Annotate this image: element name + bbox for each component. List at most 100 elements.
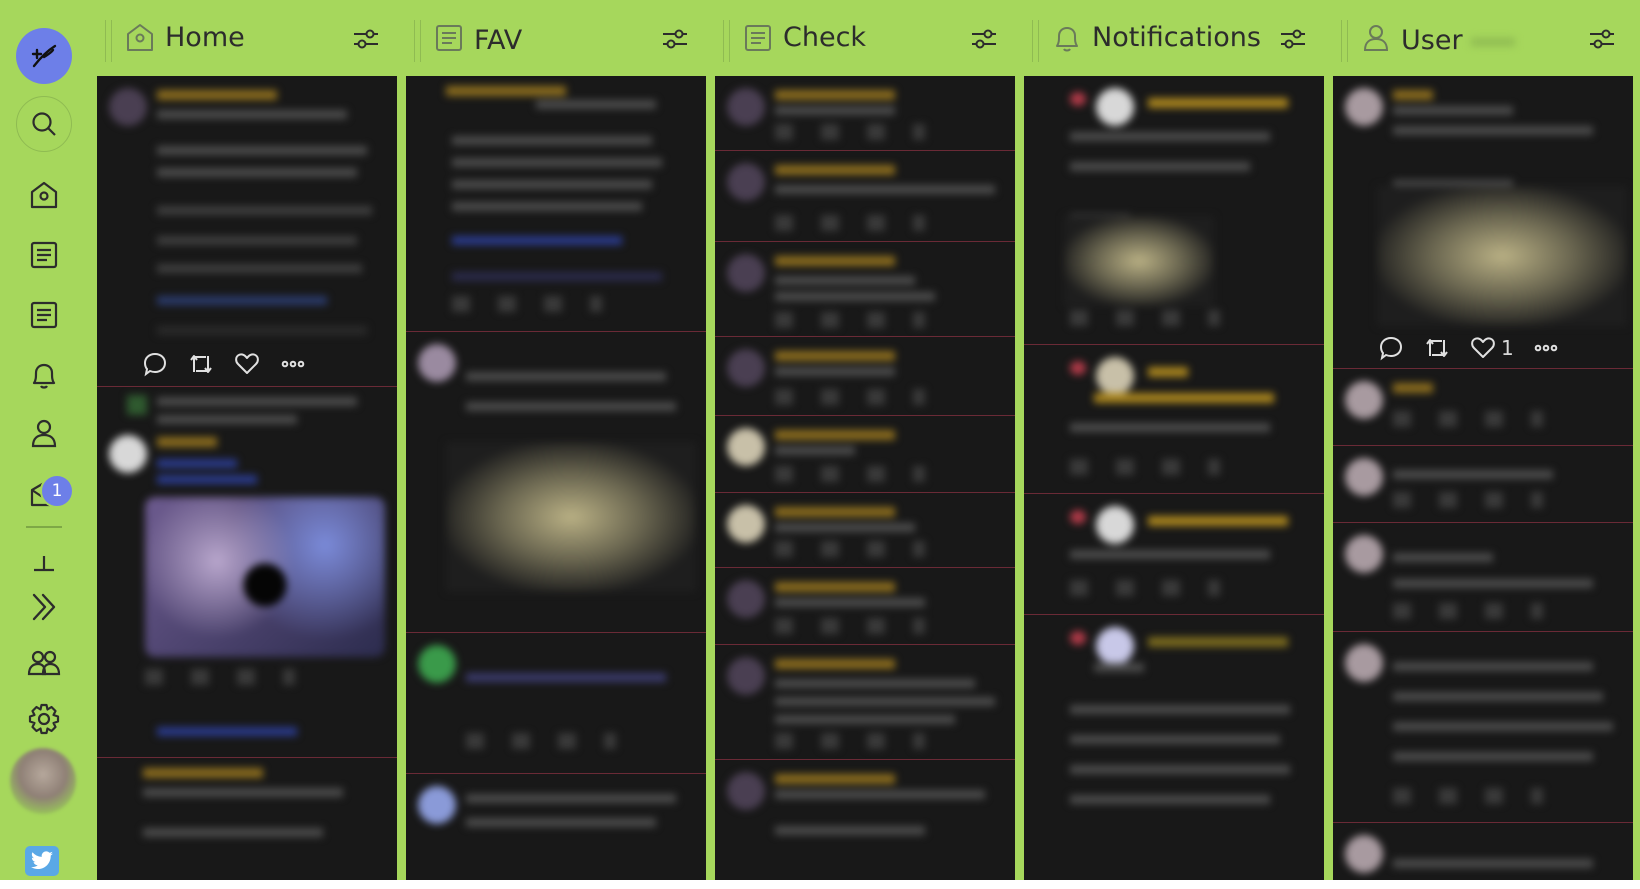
- timeline-post[interactable]: [715, 645, 1015, 760]
- column-timeline[interactable]: [406, 76, 706, 880]
- retweet-icon: [1426, 339, 1448, 357]
- compose-button[interactable]: [16, 28, 72, 84]
- timeline-post[interactable]: [406, 633, 706, 774]
- notification-item[interactable]: [1024, 615, 1324, 880]
- reply-icon: [1379, 336, 1403, 361]
- timeline-post[interactable]: [406, 332, 706, 633]
- drag-handle[interactable]: [414, 20, 421, 62]
- user-icon: [1363, 25, 1389, 51]
- like-button[interactable]: [233, 350, 261, 378]
- notification-item[interactable]: [1024, 494, 1324, 615]
- timeline-post[interactable]: [715, 76, 1015, 151]
- notification-badge: 1: [40, 474, 74, 508]
- more-button[interactable]: [279, 350, 307, 378]
- timeline-post[interactable]: [1333, 369, 1633, 446]
- users-icon: [27, 650, 61, 676]
- drag-handle[interactable]: [1341, 20, 1348, 62]
- column-notifications: Notifications: [1024, 0, 1324, 880]
- reply-button[interactable]: [1377, 334, 1405, 362]
- reply-button[interactable]: [141, 350, 169, 378]
- column-timeline[interactable]: [715, 76, 1015, 880]
- timeline-post[interactable]: [715, 493, 1015, 568]
- retweet-icon: [190, 355, 212, 373]
- rail-pin-button[interactable]: [14, 538, 74, 588]
- pin-icon: [34, 556, 54, 572]
- sliders-icon[interactable]: [660, 24, 690, 54]
- column-check: Check: [715, 0, 1015, 880]
- column-timeline[interactable]: [1024, 76, 1324, 880]
- timeline-post[interactable]: [1333, 523, 1633, 632]
- list-icon: [30, 241, 58, 269]
- rail-list-button-1[interactable]: [14, 230, 74, 280]
- sliders-icon[interactable]: [351, 24, 381, 54]
- rail-accounts-button[interactable]: [14, 638, 74, 688]
- left-rail: 1: [0, 0, 88, 880]
- user-icon: [31, 419, 57, 448]
- rail-user-button[interactable]: [14, 408, 74, 458]
- rail-list-button-2[interactable]: [14, 290, 74, 340]
- timeline-post[interactable]: [406, 76, 706, 332]
- like-button[interactable]: [1469, 334, 1497, 362]
- double-chevron-right-icon: [32, 593, 56, 621]
- home-icon: [127, 24, 153, 51]
- timeline-post[interactable]: [97, 76, 397, 387]
- drag-handle[interactable]: [1032, 20, 1039, 62]
- sliders-icon[interactable]: [1587, 24, 1617, 54]
- account-avatar[interactable]: [10, 748, 76, 814]
- list-icon: [436, 25, 462, 51]
- feather-icon: [31, 44, 57, 68]
- timeline-post[interactable]: [406, 774, 706, 880]
- column-timeline[interactable]: [97, 76, 397, 880]
- column-user: User 1: [1333, 0, 1633, 880]
- sliders-icon[interactable]: [1278, 24, 1308, 54]
- timeline-post[interactable]: [1333, 823, 1633, 880]
- timeline-post[interactable]: [715, 416, 1015, 493]
- column-title: FAV: [474, 25, 523, 56]
- column-title: Home: [165, 22, 245, 53]
- timeline-post[interactable]: 1: [1333, 76, 1633, 369]
- timeline-post[interactable]: [97, 387, 397, 758]
- timeline-post[interactable]: [715, 568, 1015, 645]
- rail-notifications-button[interactable]: [14, 350, 74, 400]
- search-button[interactable]: [16, 96, 72, 152]
- twitter-bird-icon: [25, 846, 59, 876]
- sliders-icon[interactable]: [969, 24, 999, 54]
- notification-item[interactable]: [1024, 76, 1324, 345]
- drag-handle[interactable]: [723, 20, 730, 62]
- more-button[interactable]: [1532, 334, 1560, 362]
- rail-expand-button[interactable]: [14, 582, 74, 632]
- retweet-button[interactable]: [187, 350, 215, 378]
- column-header: User: [1333, 0, 1633, 76]
- column-header: FAV: [406, 0, 706, 76]
- more-dots-icon: [281, 360, 305, 368]
- more-dots-icon: [1534, 344, 1558, 352]
- column-title: Check: [783, 22, 867, 53]
- column-header: Check: [715, 0, 1015, 76]
- app-window: 1 Home FAV Check Notifications User 1: [0, 0, 1640, 880]
- timeline-post[interactable]: [1333, 632, 1633, 823]
- column-title: Notifications: [1092, 22, 1261, 53]
- timeline-post[interactable]: [97, 758, 397, 880]
- column-fav: FAV: [406, 0, 706, 880]
- column-header: Home: [97, 0, 397, 76]
- timeline-post[interactable]: [715, 337, 1015, 416]
- drag-handle[interactable]: [105, 20, 112, 62]
- gear-icon: [28, 703, 60, 735]
- timeline-post[interactable]: [715, 242, 1015, 337]
- timeline-post[interactable]: [1333, 446, 1633, 523]
- retweet-button[interactable]: [1423, 334, 1451, 362]
- timeline-post[interactable]: [715, 151, 1015, 242]
- column-timeline[interactable]: 1: [1333, 76, 1633, 880]
- notification-item[interactable]: [1024, 345, 1324, 494]
- heart-icon: [235, 353, 259, 374]
- reply-icon: [143, 352, 167, 377]
- list-icon: [30, 301, 58, 329]
- rail-settings-button[interactable]: [14, 694, 74, 744]
- list-icon: [745, 25, 771, 51]
- rail-home-button[interactable]: [14, 170, 74, 220]
- timeline-post[interactable]: [715, 760, 1015, 880]
- heart-icon: [1471, 337, 1495, 358]
- home-icon: [30, 181, 58, 209]
- post-actions: [141, 350, 307, 378]
- column-title: User: [1401, 25, 1463, 56]
